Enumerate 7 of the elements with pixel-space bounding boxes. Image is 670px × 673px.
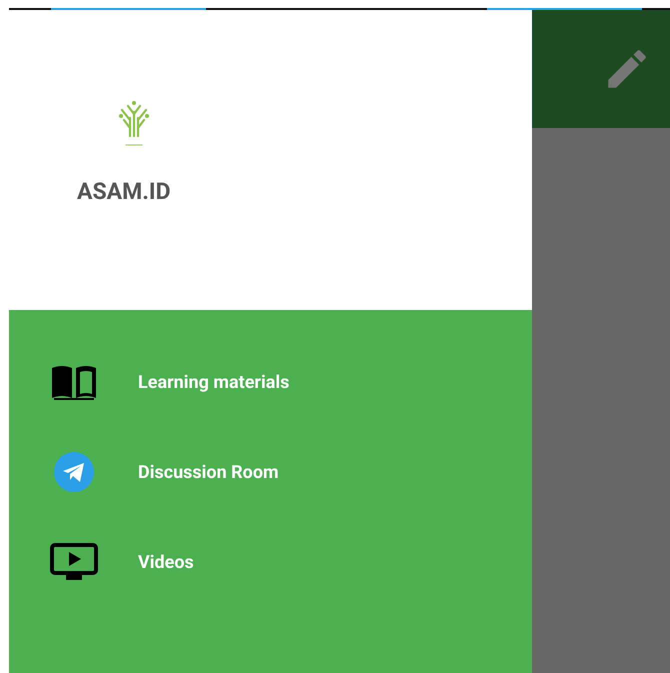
brand-name: ASAM.ID bbox=[77, 178, 172, 205]
menu-item[interactable]: Learning materials bbox=[138, 372, 290, 392]
book-icon bbox=[50, 364, 98, 400]
menu-item[interactable]: Videos bbox=[138, 552, 194, 572]
menu-item[interactable]: Discussion Room bbox=[138, 462, 279, 482]
telegram-icon bbox=[54, 452, 94, 492]
video-player-icon bbox=[50, 543, 98, 581]
